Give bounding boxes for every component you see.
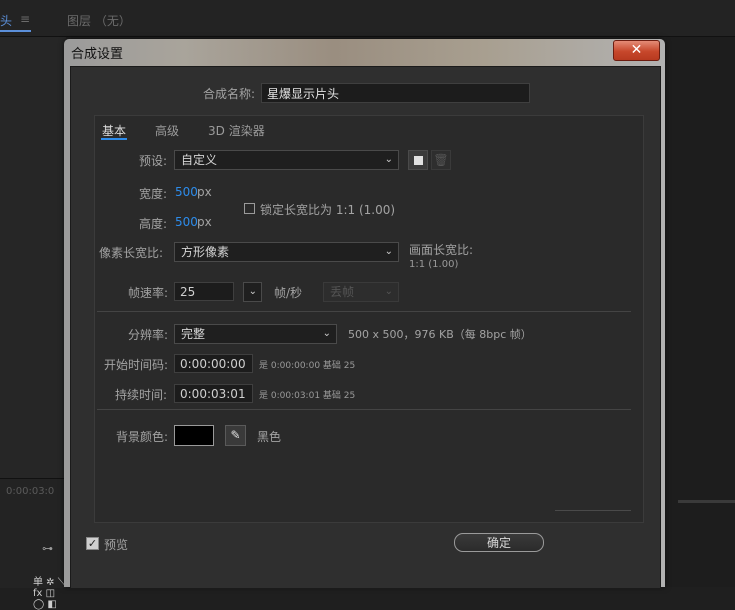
eyedropper-icon: ✎ (230, 428, 241, 442)
pixel-aspect-value: 方形像素 (181, 245, 230, 259)
tab-advanced[interactable]: 高级 (155, 122, 179, 139)
duration-note: 是 0:00:03:01 基础 25 (259, 391, 356, 401)
bg-scrollbar[interactable] (678, 500, 735, 503)
eyedropper-button[interactable]: ✎ (225, 425, 246, 446)
chevron-down-icon: ⌄ (384, 154, 393, 165)
chevron-down-icon: ⌄ (384, 286, 393, 297)
bg-color-swatch[interactable] (174, 425, 214, 446)
delete-preset-button[interactable]: 🗑 (431, 150, 451, 170)
resolution-label: 分辨率: (128, 328, 169, 342)
preset-value: 自定义 (181, 153, 218, 167)
save-preset-button[interactable] (408, 150, 428, 170)
bg-color-label: 背景颜色: (116, 430, 169, 444)
chevron-down-icon: ⌄ (322, 328, 331, 339)
start-timecode-note: 是 0:00:00:00 基础 25 (259, 361, 356, 371)
preset-label: 预设: (139, 154, 168, 168)
bg-timeline-panel: 0:00:03:0 ⊶ 单 ✲ ⟍ fx ◫ ◯ ◧ (0, 478, 66, 610)
drop-frame-select[interactable]: 丢帧 ⌄ (323, 282, 399, 302)
duration-input[interactable]: 0:00:03:01 (174, 384, 253, 403)
bg-color-name: 黑色 (257, 430, 282, 444)
save-preset-icon (414, 156, 423, 165)
drop-frame-value: 丢帧 (330, 285, 355, 299)
chevron-down-icon: ⌄ (248, 286, 257, 297)
width-unit: px (197, 185, 212, 199)
frame-rate-input[interactable]: 25 (174, 282, 234, 301)
frame-aspect-value: 1:1 (1.00) (409, 259, 459, 270)
start-timecode-input[interactable]: 0:00:00:00 (174, 354, 253, 373)
width-label: 宽度: (139, 187, 168, 201)
start-timecode-label: 开始时间码: (104, 358, 169, 372)
settings-panel: 基本 高级 3D 渲染器 预设: 自定义 ⌄ 🗑 宽度: 500 px 高度: … (94, 115, 644, 523)
bg-graph-icon[interactable]: ⊶ (42, 542, 53, 555)
width-value[interactable]: 500 (175, 185, 198, 199)
divider (97, 311, 631, 312)
frame-aspect-label: 画面长宽比: (409, 243, 474, 257)
app-top-bar: 头 ≡ 图层 （无） (0, 0, 735, 37)
dialog-title: 合成设置 (71, 47, 124, 62)
height-unit: px (197, 215, 212, 229)
frame-rate-unit: 帧/秒 (274, 286, 303, 300)
composition-settings-dialog: 合成设置 ✕ 合成名称: 星爆显示片头 基本 高级 3D 渲染器 预设: 自定义… (64, 39, 665, 589)
resolution-select[interactable]: 完整 ⌄ (174, 324, 337, 344)
tab-3d-renderer[interactable]: 3D 渲染器 (208, 122, 265, 139)
divider (97, 409, 631, 410)
bg-timecode: 0:00:03:0 (6, 486, 55, 497)
close-icon: ✕ (630, 42, 643, 58)
frame-rate-dropdown[interactable]: ⌄ (243, 282, 262, 302)
height-label: 高度: (139, 217, 168, 231)
preview-checkbox[interactable]: ✓ (86, 537, 99, 550)
bg-switch-icons[interactable]: 单 ✲ ⟍ fx ◫ ◯ ◧ (33, 573, 66, 610)
preset-select[interactable]: 自定义 ⌄ (174, 150, 399, 170)
comp-name-label: 合成名称: (203, 87, 256, 101)
trash-icon: 🗑 (433, 153, 449, 167)
tab-basic-underline (101, 138, 127, 140)
bg-tab-layer[interactable]: 图层 （无） (67, 12, 131, 29)
bg-tab-comp[interactable]: 头 (0, 12, 12, 29)
tab-basic[interactable]: 基本 (102, 122, 126, 139)
pixel-aspect-label: 像素长宽比: (99, 246, 164, 260)
close-button[interactable]: ✕ (613, 40, 660, 61)
lock-ratio-checkbox[interactable] (244, 203, 255, 214)
resolution-info: 500 x 500，976 KB（每 8bpc 帧） (348, 328, 532, 341)
height-value[interactable]: 500 (175, 215, 198, 229)
bg-tab-menu-icon[interactable]: ≡ (20, 12, 30, 26)
comp-name-input[interactable]: 星爆显示片头 (261, 83, 530, 103)
preview-label: 预览 (104, 538, 129, 552)
ok-button[interactable]: 确定 (454, 533, 544, 552)
lock-ratio-label: 锁定长宽比为 1:1 (1.00) (260, 203, 396, 217)
panel-bottom-line (555, 510, 631, 511)
dialog-client-area: 合成名称: 星爆显示片头 基本 高级 3D 渲染器 预设: 自定义 ⌄ 🗑 宽度… (70, 66, 661, 589)
pixel-aspect-select[interactable]: 方形像素 ⌄ (174, 242, 399, 262)
frame-rate-label: 帧速率: (128, 286, 169, 300)
bg-tab-underline (0, 30, 31, 32)
chevron-down-icon: ⌄ (384, 246, 393, 257)
duration-label: 持续时间: (115, 388, 168, 402)
resolution-value: 完整 (181, 327, 206, 341)
bg-right-panel (666, 37, 735, 587)
